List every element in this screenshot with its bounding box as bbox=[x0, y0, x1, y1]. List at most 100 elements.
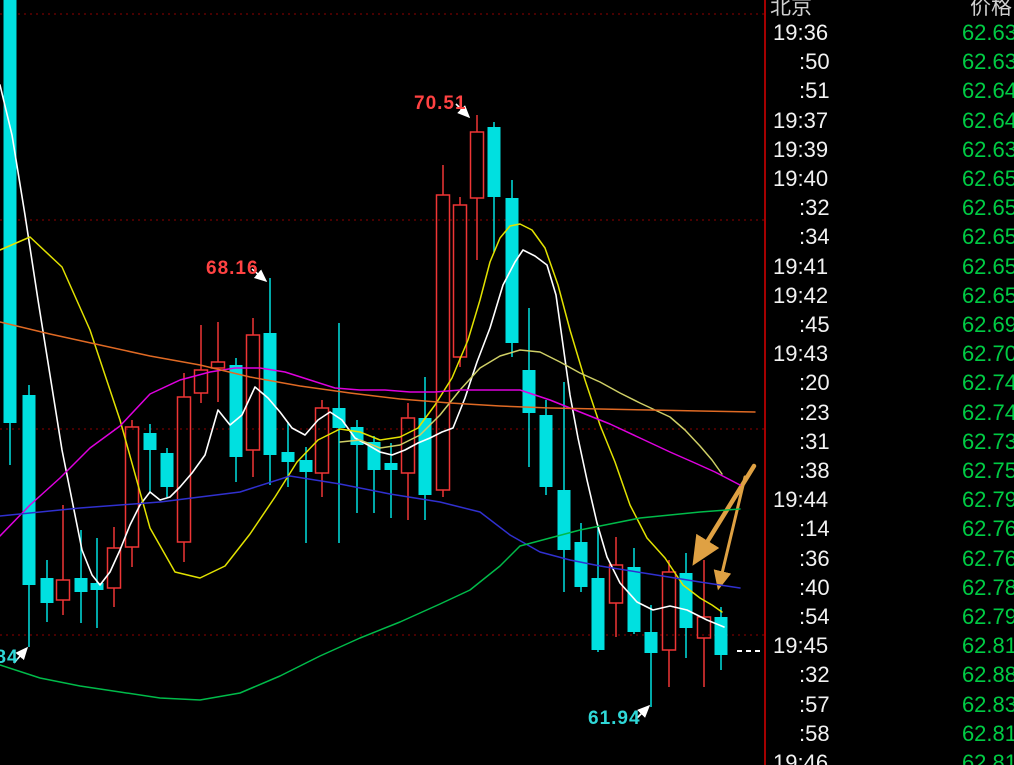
tick-time: :40 bbox=[799, 573, 830, 602]
tick-row[interactable]: :23 62.74 bbox=[766, 398, 1014, 427]
candle-down bbox=[680, 573, 693, 628]
candle-down bbox=[4, 0, 17, 423]
tick-row[interactable]: 19:44 62.79 bbox=[766, 485, 1014, 514]
tick-price: 62.63 bbox=[962, 135, 1014, 164]
candle-down bbox=[575, 542, 588, 587]
tick-row[interactable]: :14 62.76 bbox=[766, 514, 1014, 543]
tick-price: 62.69 bbox=[962, 310, 1014, 339]
candle-down bbox=[41, 578, 54, 603]
tick-time: :45 bbox=[799, 310, 830, 339]
tick-row[interactable]: :40 62.78 bbox=[766, 573, 1014, 602]
tick-price: 62.81 bbox=[962, 719, 1014, 748]
candle-up bbox=[437, 195, 450, 490]
tick-price: 62.63 bbox=[962, 47, 1014, 76]
tick-time: :36 bbox=[799, 544, 830, 573]
tick-price: 62.65 bbox=[962, 222, 1014, 251]
tick-price: 62.65 bbox=[962, 164, 1014, 193]
candle-down bbox=[161, 453, 174, 487]
candle-down bbox=[506, 198, 519, 343]
candle-down bbox=[715, 617, 728, 655]
tick-price: 62.76 bbox=[962, 544, 1014, 573]
tick-time: 19:42 bbox=[773, 281, 828, 310]
tick-price: 62.78 bbox=[962, 573, 1014, 602]
tick-time: 19:46 bbox=[773, 748, 828, 765]
tick-price: 62.83 bbox=[962, 690, 1014, 719]
tick-row[interactable]: 19:43 62.70 bbox=[766, 339, 1014, 368]
drawn-orange-arrow bbox=[719, 477, 745, 586]
tick-time: :34 bbox=[799, 222, 830, 251]
tick-price: 62.64 bbox=[962, 106, 1014, 135]
tick-row[interactable]: 19:45 62.81 bbox=[766, 631, 1014, 660]
tick-price: 62.75 bbox=[962, 456, 1014, 485]
candle-down bbox=[645, 632, 658, 653]
tick-time: :31 bbox=[799, 427, 830, 456]
tick-price: 62.79 bbox=[962, 602, 1014, 631]
tick-row[interactable]: 19:4662.81 bbox=[766, 748, 1014, 765]
tick-row[interactable]: 19:37 62.64 bbox=[766, 106, 1014, 135]
tick-row[interactable]: :32 62.88 bbox=[766, 660, 1014, 689]
tick-time: :57 bbox=[799, 690, 830, 719]
tick-time: 19:36 bbox=[773, 18, 828, 47]
tick-time: :14 bbox=[799, 514, 830, 543]
tick-price: 62.76 bbox=[962, 514, 1014, 543]
tick-price: 62.79 bbox=[962, 485, 1014, 514]
tick-row[interactable]: :57 62.83 bbox=[766, 690, 1014, 719]
candle-down bbox=[144, 433, 157, 450]
tick-row[interactable]: 19:40 62.65 bbox=[766, 164, 1014, 193]
tick-row[interactable]: :5162.64 bbox=[766, 76, 1014, 105]
tick-time: 19:40 bbox=[773, 164, 828, 193]
tick-time: :20 bbox=[799, 368, 830, 397]
tick-time: :50 bbox=[799, 47, 830, 76]
tick-time: :32 bbox=[799, 660, 830, 689]
candle-down bbox=[264, 333, 277, 455]
tick-row[interactable]: 19:3962.63 bbox=[766, 135, 1014, 164]
tick-row[interactable]: :2062.74 bbox=[766, 368, 1014, 397]
tick-time: :32 bbox=[799, 193, 830, 222]
tick-row[interactable]: 19:42 62.65 bbox=[766, 281, 1014, 310]
tick-row[interactable]: :34 62.65 bbox=[766, 222, 1014, 251]
tick-row[interactable]: :38 62.75 bbox=[766, 456, 1014, 485]
tick-row[interactable]: :5462.79 bbox=[766, 602, 1014, 631]
candle-down bbox=[558, 490, 571, 550]
price-annotation-label: 62.84 bbox=[0, 647, 19, 669]
candle-down bbox=[540, 415, 553, 487]
time-and-sales-panel: 北京 价格 19:3662.63:5062.63:5162.6419:3762.… bbox=[766, 0, 1014, 765]
tick-time: 19:44 bbox=[773, 485, 828, 514]
moving-average-lines bbox=[0, 85, 755, 700]
tick-time: 19:37 bbox=[773, 106, 828, 135]
tick-row[interactable]: :45 62.69 bbox=[766, 310, 1014, 339]
candle-up bbox=[57, 580, 70, 600]
candle-up bbox=[212, 362, 225, 368]
tick-row[interactable]: :32 62.65 bbox=[766, 193, 1014, 222]
tick-row[interactable]: 19:4162.65 bbox=[766, 252, 1014, 281]
tick-price: 62.73 bbox=[962, 427, 1014, 456]
tick-price: 62.74 bbox=[962, 398, 1014, 427]
candle-down bbox=[385, 463, 398, 470]
candle-up bbox=[663, 572, 676, 650]
tick-row[interactable]: :31 62.73 bbox=[766, 427, 1014, 456]
tick-price: 62.65 bbox=[962, 193, 1014, 222]
tick-row[interactable]: :5862.81 bbox=[766, 719, 1014, 748]
tick-time: :38 bbox=[799, 456, 830, 485]
candles bbox=[4, 0, 728, 707]
tick-time: 19:43 bbox=[773, 339, 828, 368]
tick-row[interactable]: 19:3662.63 bbox=[766, 18, 1014, 47]
chart-canvas[interactable] bbox=[0, 0, 765, 765]
candle-up bbox=[454, 205, 467, 357]
tick-price: 62.81 bbox=[962, 631, 1014, 660]
tick-row[interactable]: :36 62.76 bbox=[766, 544, 1014, 573]
candle-down bbox=[282, 452, 295, 462]
tick-price: 62.88 bbox=[962, 660, 1014, 689]
candlestick-chart[interactable]: 70.5168.1661.9462.84 bbox=[0, 0, 765, 765]
tick-time: :23 bbox=[799, 398, 830, 427]
tick-time: 19:45 bbox=[773, 631, 828, 660]
candle-up bbox=[471, 132, 484, 198]
tick-row[interactable]: :50 62.63 bbox=[766, 47, 1014, 76]
candle-down bbox=[230, 365, 243, 457]
trading-terminal-window: 70.5168.1661.9462.84 北京 价格 19:3662.63:50… bbox=[0, 0, 1014, 765]
candle-down bbox=[300, 460, 313, 472]
tick-price: 62.70 bbox=[962, 339, 1014, 368]
tick-price: 62.65 bbox=[962, 281, 1014, 310]
tick-time: :51 bbox=[799, 76, 830, 105]
tick-price: 62.65 bbox=[962, 252, 1014, 281]
